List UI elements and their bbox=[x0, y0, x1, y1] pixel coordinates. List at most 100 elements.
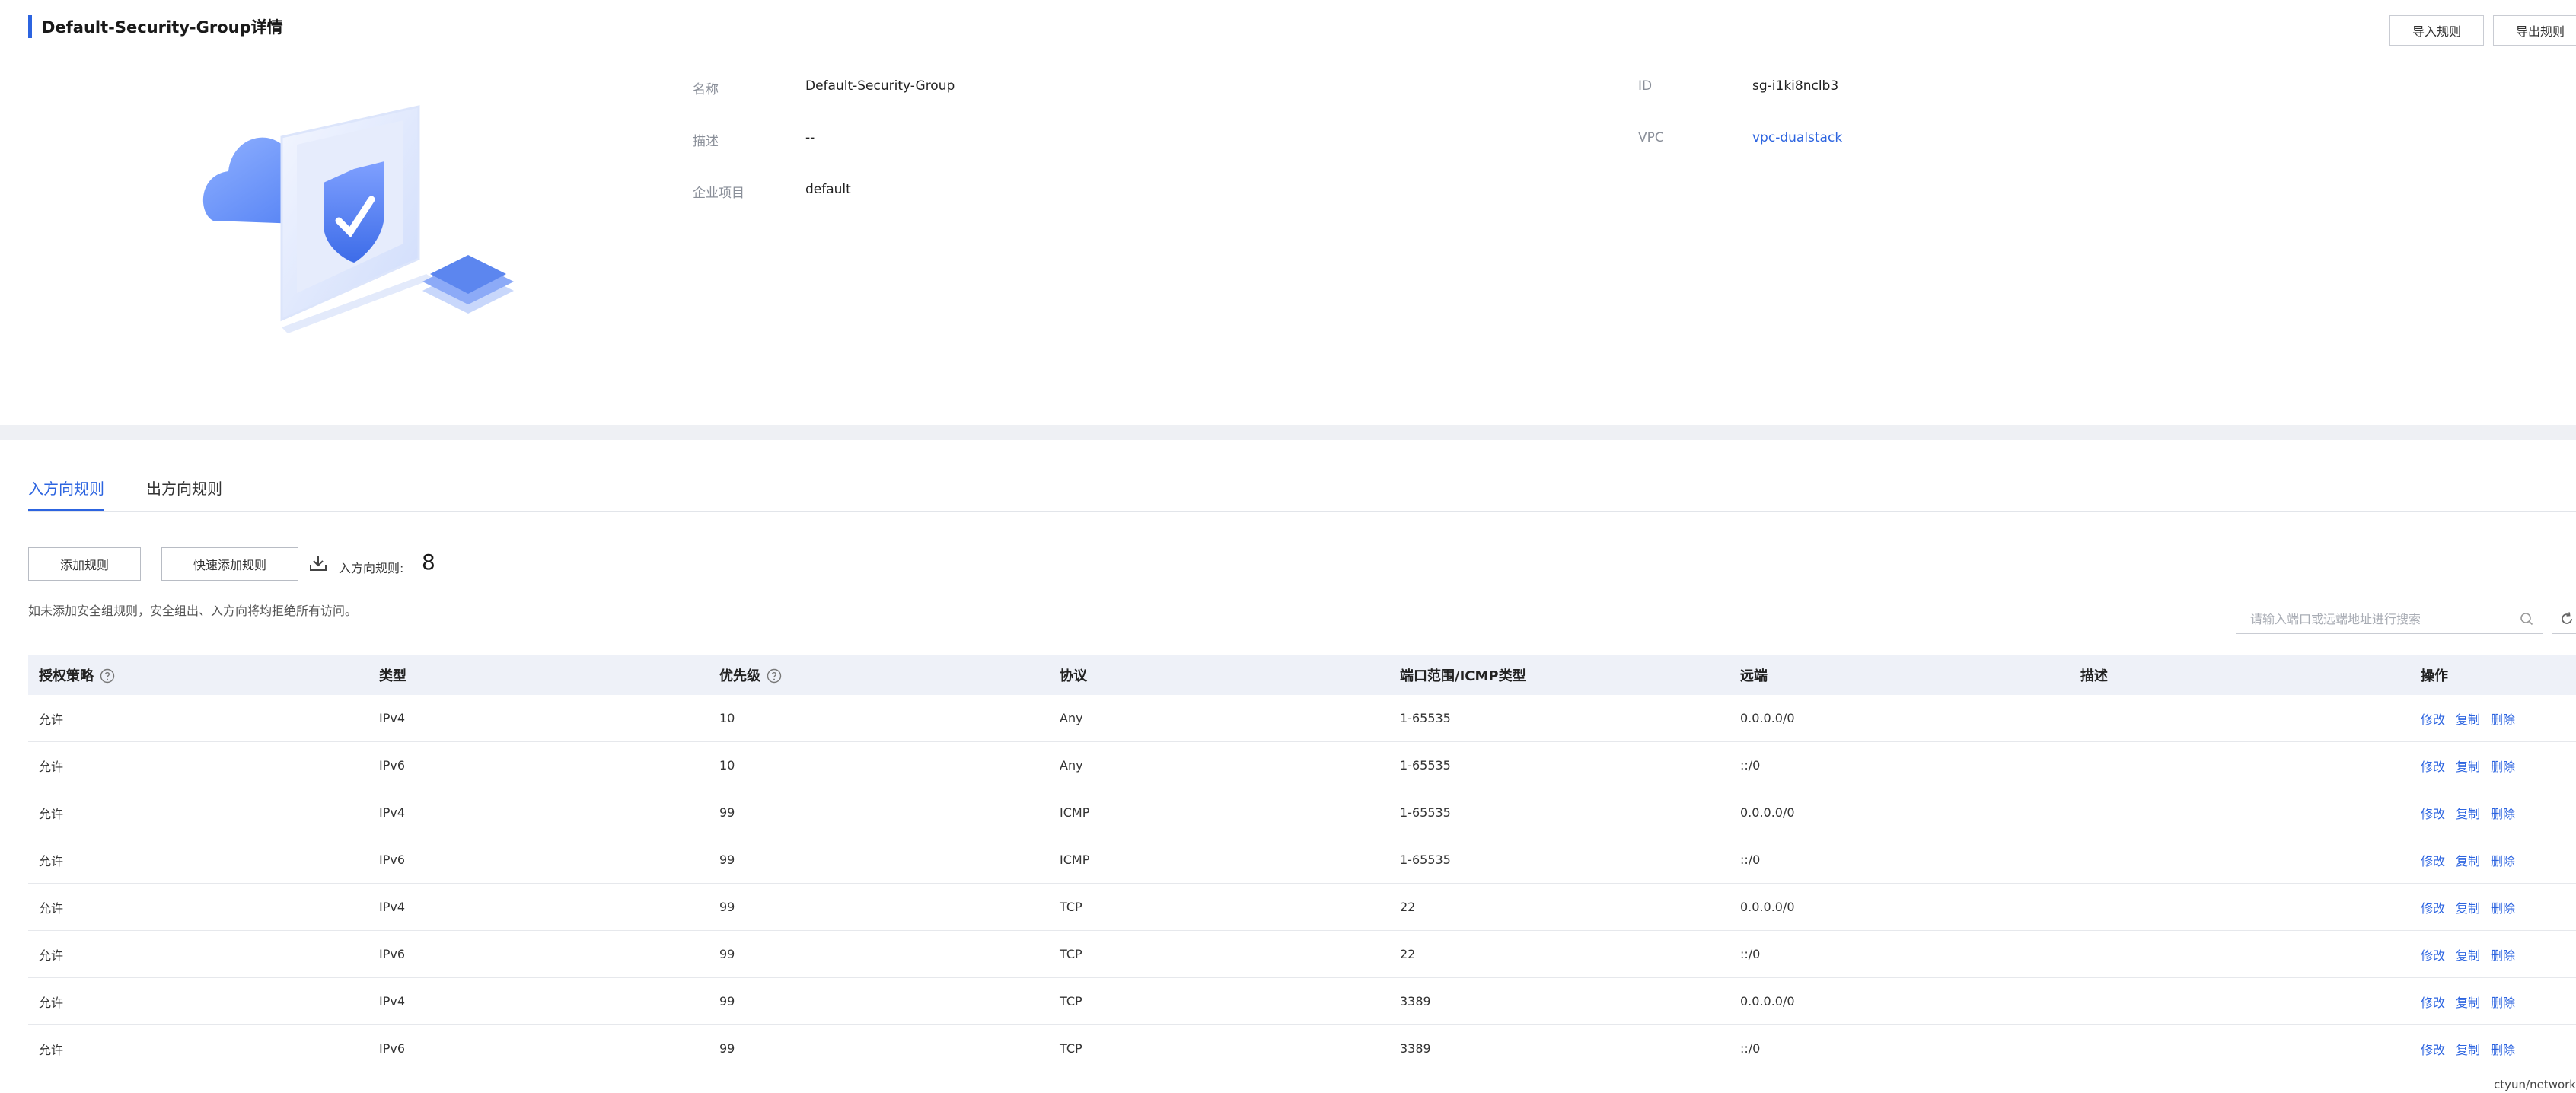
cell-priority: 99 bbox=[709, 836, 1049, 884]
tab-inbound-rules[interactable]: 入方向规则 bbox=[28, 476, 104, 511]
cell-protocol: TCP bbox=[1049, 1024, 1389, 1072]
column-header-policy: 授权策略 bbox=[28, 655, 368, 695]
copy-link[interactable]: 复制 bbox=[2456, 712, 2480, 727]
cell-priority: 10 bbox=[709, 741, 1049, 789]
cell-remote: ::/0 bbox=[1730, 836, 2070, 884]
copy-link[interactable]: 复制 bbox=[2456, 760, 2480, 774]
tab-outbound-rules[interactable]: 出方向规则 bbox=[146, 476, 222, 511]
cell-policy: 允许 bbox=[28, 883, 368, 931]
cell-protocol: ICMP bbox=[1049, 789, 1389, 836]
cell-remote: ::/0 bbox=[1730, 930, 2070, 978]
id-value: sg-i1ki8nclb3 bbox=[1752, 78, 1839, 94]
delete-link[interactable]: 删除 bbox=[2491, 807, 2515, 821]
table-row: 允许 IPv6 99 TCP 22 ::/0 修改 复制 删除 bbox=[28, 930, 2576, 978]
import-rules-button[interactable]: 导入规则 bbox=[2389, 15, 2484, 46]
cell-description bbox=[2070, 977, 2410, 1025]
enterprise-project-label: 企业项目 bbox=[693, 186, 744, 201]
title-accent-bar bbox=[28, 15, 32, 38]
cell-actions: 修改 复制 删除 bbox=[2410, 695, 2576, 742]
cell-priority: 10 bbox=[709, 695, 1049, 742]
cell-type: IPv4 bbox=[368, 977, 709, 1025]
cell-port-range: 1-65535 bbox=[1389, 741, 1730, 789]
page-title: Default-Security-Group详情 bbox=[42, 18, 283, 37]
detail-panel: Default-Security-Group详情 导入规则 导出规则 名称 De… bbox=[0, 0, 2576, 425]
edit-link[interactable]: 修改 bbox=[2421, 807, 2445, 821]
search-icon[interactable] bbox=[2520, 612, 2533, 626]
cell-actions: 修改 复制 删除 bbox=[2410, 741, 2576, 789]
cell-protocol: Any bbox=[1049, 741, 1389, 789]
cell-protocol: TCP bbox=[1049, 930, 1389, 978]
cell-protocol: TCP bbox=[1049, 977, 1389, 1025]
cell-type: IPv6 bbox=[368, 930, 709, 978]
edit-link[interactable]: 修改 bbox=[2421, 712, 2445, 727]
refresh-button[interactable] bbox=[2552, 604, 2576, 634]
help-icon[interactable] bbox=[100, 668, 115, 684]
delete-link[interactable]: 删除 bbox=[2491, 712, 2515, 727]
search-input[interactable] bbox=[2236, 605, 2520, 633]
cell-protocol: TCP bbox=[1049, 883, 1389, 931]
delete-link[interactable]: 删除 bbox=[2491, 760, 2515, 774]
copy-link[interactable]: 复制 bbox=[2456, 807, 2480, 821]
edit-link[interactable]: 修改 bbox=[2421, 1043, 2445, 1057]
name-label: 名称 bbox=[693, 82, 719, 97]
add-rule-button[interactable]: 添加规则 bbox=[28, 547, 141, 581]
vpc-label: VPC bbox=[1638, 130, 1664, 145]
cell-description bbox=[2070, 741, 2410, 789]
cell-actions: 修改 复制 删除 bbox=[2410, 977, 2576, 1025]
no-rule-hint: 如未添加安全组规则，安全组出、入方向将均拒绝所有访问。 bbox=[28, 604, 358, 618]
column-header-type: 类型 bbox=[368, 655, 709, 695]
copy-link[interactable]: 复制 bbox=[2456, 948, 2480, 963]
cell-actions: 修改 复制 删除 bbox=[2410, 1024, 2576, 1072]
copy-link[interactable]: 复制 bbox=[2456, 1043, 2480, 1057]
copy-link[interactable]: 复制 bbox=[2456, 854, 2480, 868]
delete-link[interactable]: 删除 bbox=[2491, 1043, 2515, 1057]
footer-text: ctyun/network bbox=[2494, 1078, 2576, 1091]
edit-link[interactable]: 修改 bbox=[2421, 948, 2445, 963]
delete-link[interactable]: 删除 bbox=[2491, 996, 2515, 1010]
quick-add-rule-button[interactable]: 快速添加规则 bbox=[161, 547, 298, 581]
cell-policy: 允许 bbox=[28, 741, 368, 789]
cell-priority: 99 bbox=[709, 1024, 1049, 1072]
search-box bbox=[2236, 604, 2543, 634]
edit-link[interactable]: 修改 bbox=[2421, 760, 2445, 774]
section-divider bbox=[0, 425, 2576, 440]
cell-port-range: 3389 bbox=[1389, 1024, 1730, 1072]
cell-remote: 0.0.0.0/0 bbox=[1730, 695, 2070, 742]
copy-link[interactable]: 复制 bbox=[2456, 901, 2480, 916]
enterprise-project-value: default bbox=[805, 182, 851, 197]
description-value: -- bbox=[805, 130, 815, 145]
cell-remote: ::/0 bbox=[1730, 741, 2070, 789]
cell-actions: 修改 复制 删除 bbox=[2410, 836, 2576, 884]
column-header-actions: 操作 bbox=[2410, 655, 2576, 695]
copy-link[interactable]: 复制 bbox=[2456, 996, 2480, 1010]
edit-link[interactable]: 修改 bbox=[2421, 901, 2445, 916]
cell-priority: 99 bbox=[709, 789, 1049, 836]
cell-actions: 修改 复制 删除 bbox=[2410, 930, 2576, 978]
help-icon[interactable] bbox=[767, 668, 782, 684]
column-header-protocol: 协议 bbox=[1049, 655, 1389, 695]
column-header-remote: 远端 bbox=[1730, 655, 2070, 695]
cell-priority: 99 bbox=[709, 977, 1049, 1025]
delete-link[interactable]: 删除 bbox=[2491, 948, 2515, 963]
cell-policy: 允许 bbox=[28, 789, 368, 836]
cell-type: IPv4 bbox=[368, 883, 709, 931]
delete-link[interactable]: 删除 bbox=[2491, 901, 2515, 916]
edit-link[interactable]: 修改 bbox=[2421, 996, 2445, 1010]
cell-port-range: 22 bbox=[1389, 930, 1730, 978]
column-header-priority: 优先级 bbox=[709, 655, 1049, 695]
cell-port-range: 1-65535 bbox=[1389, 695, 1730, 742]
export-rules-button[interactable]: 导出规则 bbox=[2493, 15, 2576, 46]
edit-link[interactable]: 修改 bbox=[2421, 854, 2445, 868]
cell-description bbox=[2070, 836, 2410, 884]
cell-remote: 0.0.0.0/0 bbox=[1730, 977, 2070, 1025]
cell-remote: 0.0.0.0/0 bbox=[1730, 789, 2070, 836]
cell-actions: 修改 复制 删除 bbox=[2410, 789, 2576, 836]
cell-protocol: ICMP bbox=[1049, 836, 1389, 884]
download-icon[interactable] bbox=[308, 553, 329, 574]
column-header-description: 描述 bbox=[2070, 655, 2410, 695]
cell-policy: 允许 bbox=[28, 930, 368, 978]
cell-protocol: Any bbox=[1049, 695, 1389, 742]
delete-link[interactable]: 删除 bbox=[2491, 854, 2515, 868]
vpc-link[interactable]: vpc-dualstack bbox=[1752, 130, 1842, 145]
cell-port-range: 3389 bbox=[1389, 977, 1730, 1025]
